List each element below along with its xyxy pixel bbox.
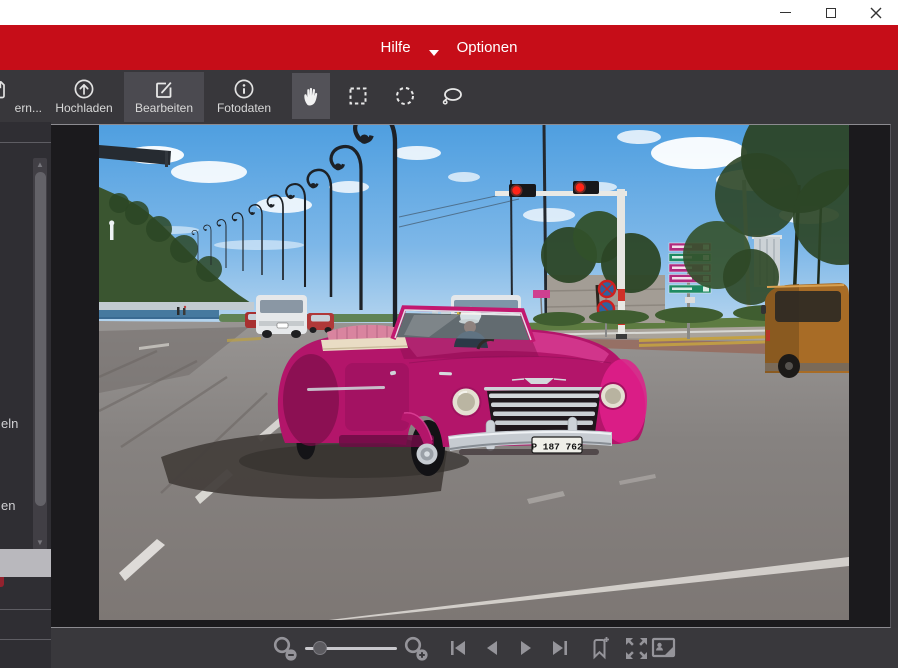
scrollbar-thumb[interactable] [35, 172, 46, 506]
zoom-out-icon [272, 635, 299, 662]
window-controls [763, 0, 898, 25]
first-image-button[interactable] [446, 636, 470, 660]
previous-image-icon [480, 636, 504, 660]
headlight-left [451, 387, 482, 418]
maximize-button[interactable] [808, 0, 853, 25]
photo-canvas[interactable]: P 187 762 [99, 125, 849, 620]
photodata-button[interactable]: Fotodaten [204, 72, 284, 122]
sidebar-divider [0, 142, 51, 143]
lasso-icon [439, 84, 465, 108]
info-icon [233, 78, 255, 100]
dashed-rect-icon [346, 84, 370, 108]
previous-image-button[interactable] [480, 636, 504, 660]
chevron-down-icon[interactable] [429, 50, 439, 56]
next-image-icon [514, 636, 538, 660]
maximize-icon [826, 8, 836, 18]
zoom-slider-thumb[interactable] [313, 641, 327, 655]
ellipse-select-button[interactable] [386, 73, 424, 119]
sidebar-scrollbar[interactable]: ▲ ▼ [33, 158, 47, 550]
menu-optionen[interactable]: Optionen [457, 39, 518, 56]
main-area: P 187 762 [51, 122, 898, 668]
sidebar-selected-item[interactable] [0, 549, 51, 577]
sidebar-divider [0, 609, 51, 610]
photodata-label: Fotodaten [217, 101, 271, 115]
first-image-icon [446, 636, 470, 660]
upload-label: Hochladen [55, 101, 112, 115]
edit-label: Bearbeiten [135, 101, 193, 115]
car-grille [484, 387, 604, 433]
orange-van [761, 283, 849, 378]
traffic-light-head [509, 184, 536, 197]
save-icon [0, 78, 8, 100]
hand-tool-button[interactable] [292, 73, 330, 119]
front-hubcap [417, 444, 438, 465]
rect-select-button[interactable] [339, 73, 377, 119]
bookmark-add-button[interactable] [588, 635, 613, 661]
fullscreen-button[interactable] [623, 635, 650, 662]
license-plate-text: P 187 762 [531, 442, 583, 453]
zoom-in-icon [403, 635, 430, 662]
compare-view-icon [650, 635, 678, 661]
image-viewer: P 187 762 [51, 124, 891, 628]
hand-icon [299, 84, 323, 108]
minimize-icon [780, 12, 791, 14]
lasso-select-button[interactable] [433, 73, 471, 119]
close-button[interactable] [853, 0, 898, 25]
license-plate: P 187 762 [531, 437, 583, 453]
titlebar [0, 0, 898, 25]
close-icon [870, 7, 882, 19]
edit-button[interactable]: Bearbeiten [124, 72, 204, 122]
white-van [256, 295, 307, 338]
scroll-down-icon[interactable]: ▼ [33, 538, 47, 548]
upload-button[interactable]: Hochladen [44, 72, 124, 122]
bookmark-add-icon [588, 635, 613, 661]
compare-view-button[interactable] [650, 635, 678, 661]
dashed-circle-icon [393, 84, 417, 108]
sidebar: eln en ▲ ▼ [0, 122, 51, 668]
sidebar-divider [0, 639, 51, 640]
app-window: Hilfe Optionen ern... Hochladen [0, 0, 898, 668]
menubar: Hilfe Optionen [0, 25, 898, 70]
red-car-right [307, 313, 334, 333]
headlight-right [599, 382, 627, 410]
door-handle [439, 372, 452, 376]
scroll-up-icon[interactable]: ▲ [33, 160, 47, 170]
zoom-out-button[interactable] [272, 635, 299, 662]
fullscreen-icon [623, 635, 650, 662]
zoom-slider[interactable] [305, 641, 397, 655]
menu-hilfe[interactable]: Hilfe [381, 39, 411, 56]
bottom-toolbar [51, 628, 898, 668]
last-image-icon [548, 636, 572, 660]
save-label: ern... [15, 101, 42, 115]
toolbar: ern... Hochladen Bearbeiten [0, 70, 898, 122]
upload-icon [73, 78, 95, 100]
edit-icon [153, 78, 175, 100]
last-image-button[interactable] [548, 636, 572, 660]
zoom-in-button[interactable] [403, 635, 430, 662]
next-image-button[interactable] [514, 636, 538, 660]
traffic-light-head [573, 181, 599, 194]
minimize-button[interactable] [763, 0, 808, 25]
save-button[interactable]: ern... [0, 72, 44, 122]
